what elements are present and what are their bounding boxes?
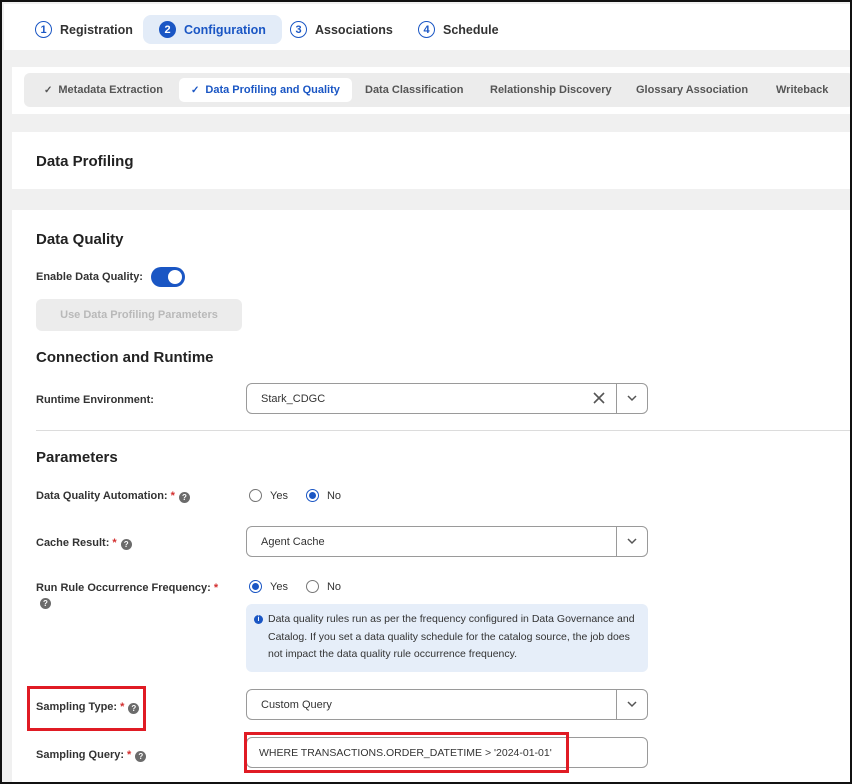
sampling-type-value: Custom Query — [261, 699, 332, 711]
tab-glossary-association[interactable]: Glossary Association — [636, 78, 748, 102]
section-divider — [36, 430, 850, 431]
help-icon[interactable]: ? — [135, 751, 147, 762]
radio-label: Yes — [270, 489, 288, 502]
run-rule-occurrence-frequency-label: Run Rule Occurrence Frequency: *? — [36, 581, 226, 609]
automation-option-no[interactable]: No — [305, 489, 342, 502]
help-icon[interactable]: ? — [40, 598, 51, 609]
subtab-bar: ✓ Metadata Extraction ✓ Data Profiling a… — [12, 67, 850, 114]
required-mark: * — [127, 749, 132, 761]
clear-icon[interactable] — [592, 391, 606, 405]
sampling-type-highlight-box — [27, 686, 146, 731]
step-number: 1 — [35, 21, 52, 38]
tab-label: Glossary Association — [636, 84, 749, 96]
help-icon[interactable]: ? — [120, 539, 132, 550]
app-frame: 1 Registration 2 Configuration 3 Associa… — [0, 0, 852, 784]
radio-button-selected[interactable] — [305, 489, 319, 502]
toggle-knob — [168, 270, 182, 284]
tab-label: Metadata Extraction — [58, 84, 163, 96]
tab-metadata-extraction[interactable]: ✓ Metadata Extraction — [44, 78, 163, 102]
step-label: Configuration — [184, 22, 266, 37]
tab-data-classification[interactable]: Data Classification — [365, 78, 463, 102]
frequency-option-no[interactable]: No — [305, 580, 342, 593]
field-label-text: Run Rule Occurrence Frequency: — [36, 582, 211, 594]
step-configuration[interactable]: 2 Configuration — [143, 15, 282, 44]
step-associations[interactable]: 3 Associations — [290, 15, 393, 44]
radio-label: Yes — [270, 580, 288, 593]
check-icon: ✓ — [191, 84, 200, 96]
subtab-track: ✓ Metadata Extraction ✓ Data Profiling a… — [24, 73, 850, 107]
run-rule-frequency-radio-group: Yes No — [249, 580, 359, 593]
radio-button[interactable] — [305, 580, 319, 593]
step-bar: 1 Registration 2 Configuration 3 Associa… — [4, 4, 850, 50]
select-divider — [616, 384, 617, 413]
data-profiling-section: Data Profiling — [12, 132, 850, 189]
cache-result-select[interactable]: Agent Cache — [246, 526, 648, 557]
chevron-down-icon[interactable] — [626, 535, 638, 547]
field-label-text: Sampling Query: — [36, 749, 125, 761]
cache-result-value: Agent Cache — [261, 536, 325, 548]
runtime-environment-value: Stark_CDGC — [261, 393, 326, 405]
runtime-environment-label: Runtime Environment: — [36, 394, 154, 406]
section-title-data-quality: Data Quality — [36, 231, 124, 248]
sampling-query-highlight-box — [244, 732, 569, 773]
info-text: Data quality rules run as per the freque… — [268, 613, 635, 660]
sampling-type-select[interactable]: Custom Query — [246, 689, 648, 720]
data-quality-automation-radio-group: Yes No — [249, 489, 359, 502]
required-mark: * — [170, 490, 175, 502]
chevron-down-icon[interactable] — [626, 698, 638, 710]
required-mark: * — [112, 537, 117, 549]
info-icon: i — [254, 615, 263, 624]
step-number: 3 — [290, 21, 307, 38]
help-icon[interactable]: ? — [178, 492, 190, 503]
step-label: Schedule — [443, 22, 499, 37]
section-title-connection-runtime: Connection and Runtime — [36, 349, 214, 366]
step-number: 4 — [418, 21, 435, 38]
section-title-data-profiling: Data Profiling — [36, 153, 134, 170]
section-title-parameters: Parameters — [36, 449, 118, 466]
tab-label: Relationship Discovery — [490, 84, 612, 96]
field-label-text: Data Quality Automation: — [36, 490, 168, 502]
radio-label: No — [326, 580, 342, 593]
step-label: Registration — [60, 22, 133, 37]
chevron-down-icon[interactable] — [626, 392, 638, 404]
radio-button-selected[interactable] — [249, 580, 262, 593]
runtime-environment-select[interactable]: Stark_CDGC — [246, 383, 648, 414]
tab-data-profiling-quality[interactable]: ✓ Data Profiling and Quality — [179, 78, 352, 102]
field-label-text: Cache Result: — [36, 537, 110, 549]
sampling-query-label: Sampling Query: *? — [36, 749, 147, 762]
automation-option-yes[interactable]: Yes — [249, 489, 288, 502]
tab-label: Data Profiling and Quality — [205, 84, 340, 96]
frequency-option-yes[interactable]: Yes — [249, 580, 288, 593]
data-quality-automation-label: Data Quality Automation: *? — [36, 490, 190, 503]
step-registration[interactable]: 1 Registration — [35, 15, 133, 44]
radio-button[interactable] — [249, 489, 262, 502]
cache-result-label: Cache Result: *? — [36, 537, 132, 550]
tab-label: Data Classification — [365, 84, 464, 96]
step-schedule[interactable]: 4 Schedule — [418, 15, 499, 44]
select-divider — [616, 527, 617, 556]
use-data-profiling-parameters-button[interactable]: Use Data Profiling Parameters — [36, 299, 242, 331]
radio-label: No — [326, 489, 342, 502]
enable-data-quality-toggle[interactable] — [151, 267, 185, 287]
step-label: Associations — [315, 22, 393, 37]
tab-relationship-discovery[interactable]: Relationship Discovery — [490, 78, 612, 102]
select-divider — [616, 690, 617, 719]
check-icon: ✓ — [44, 84, 53, 96]
tab-writeback[interactable]: Writeback — [776, 78, 828, 102]
step-number: 2 — [159, 21, 176, 38]
frequency-info-box: i Data quality rules run as per the freq… — [246, 604, 648, 672]
required-mark: * — [213, 582, 219, 594]
tab-label: Writeback — [776, 84, 829, 96]
enable-data-quality-label: Enable Data Quality: — [36, 271, 143, 283]
